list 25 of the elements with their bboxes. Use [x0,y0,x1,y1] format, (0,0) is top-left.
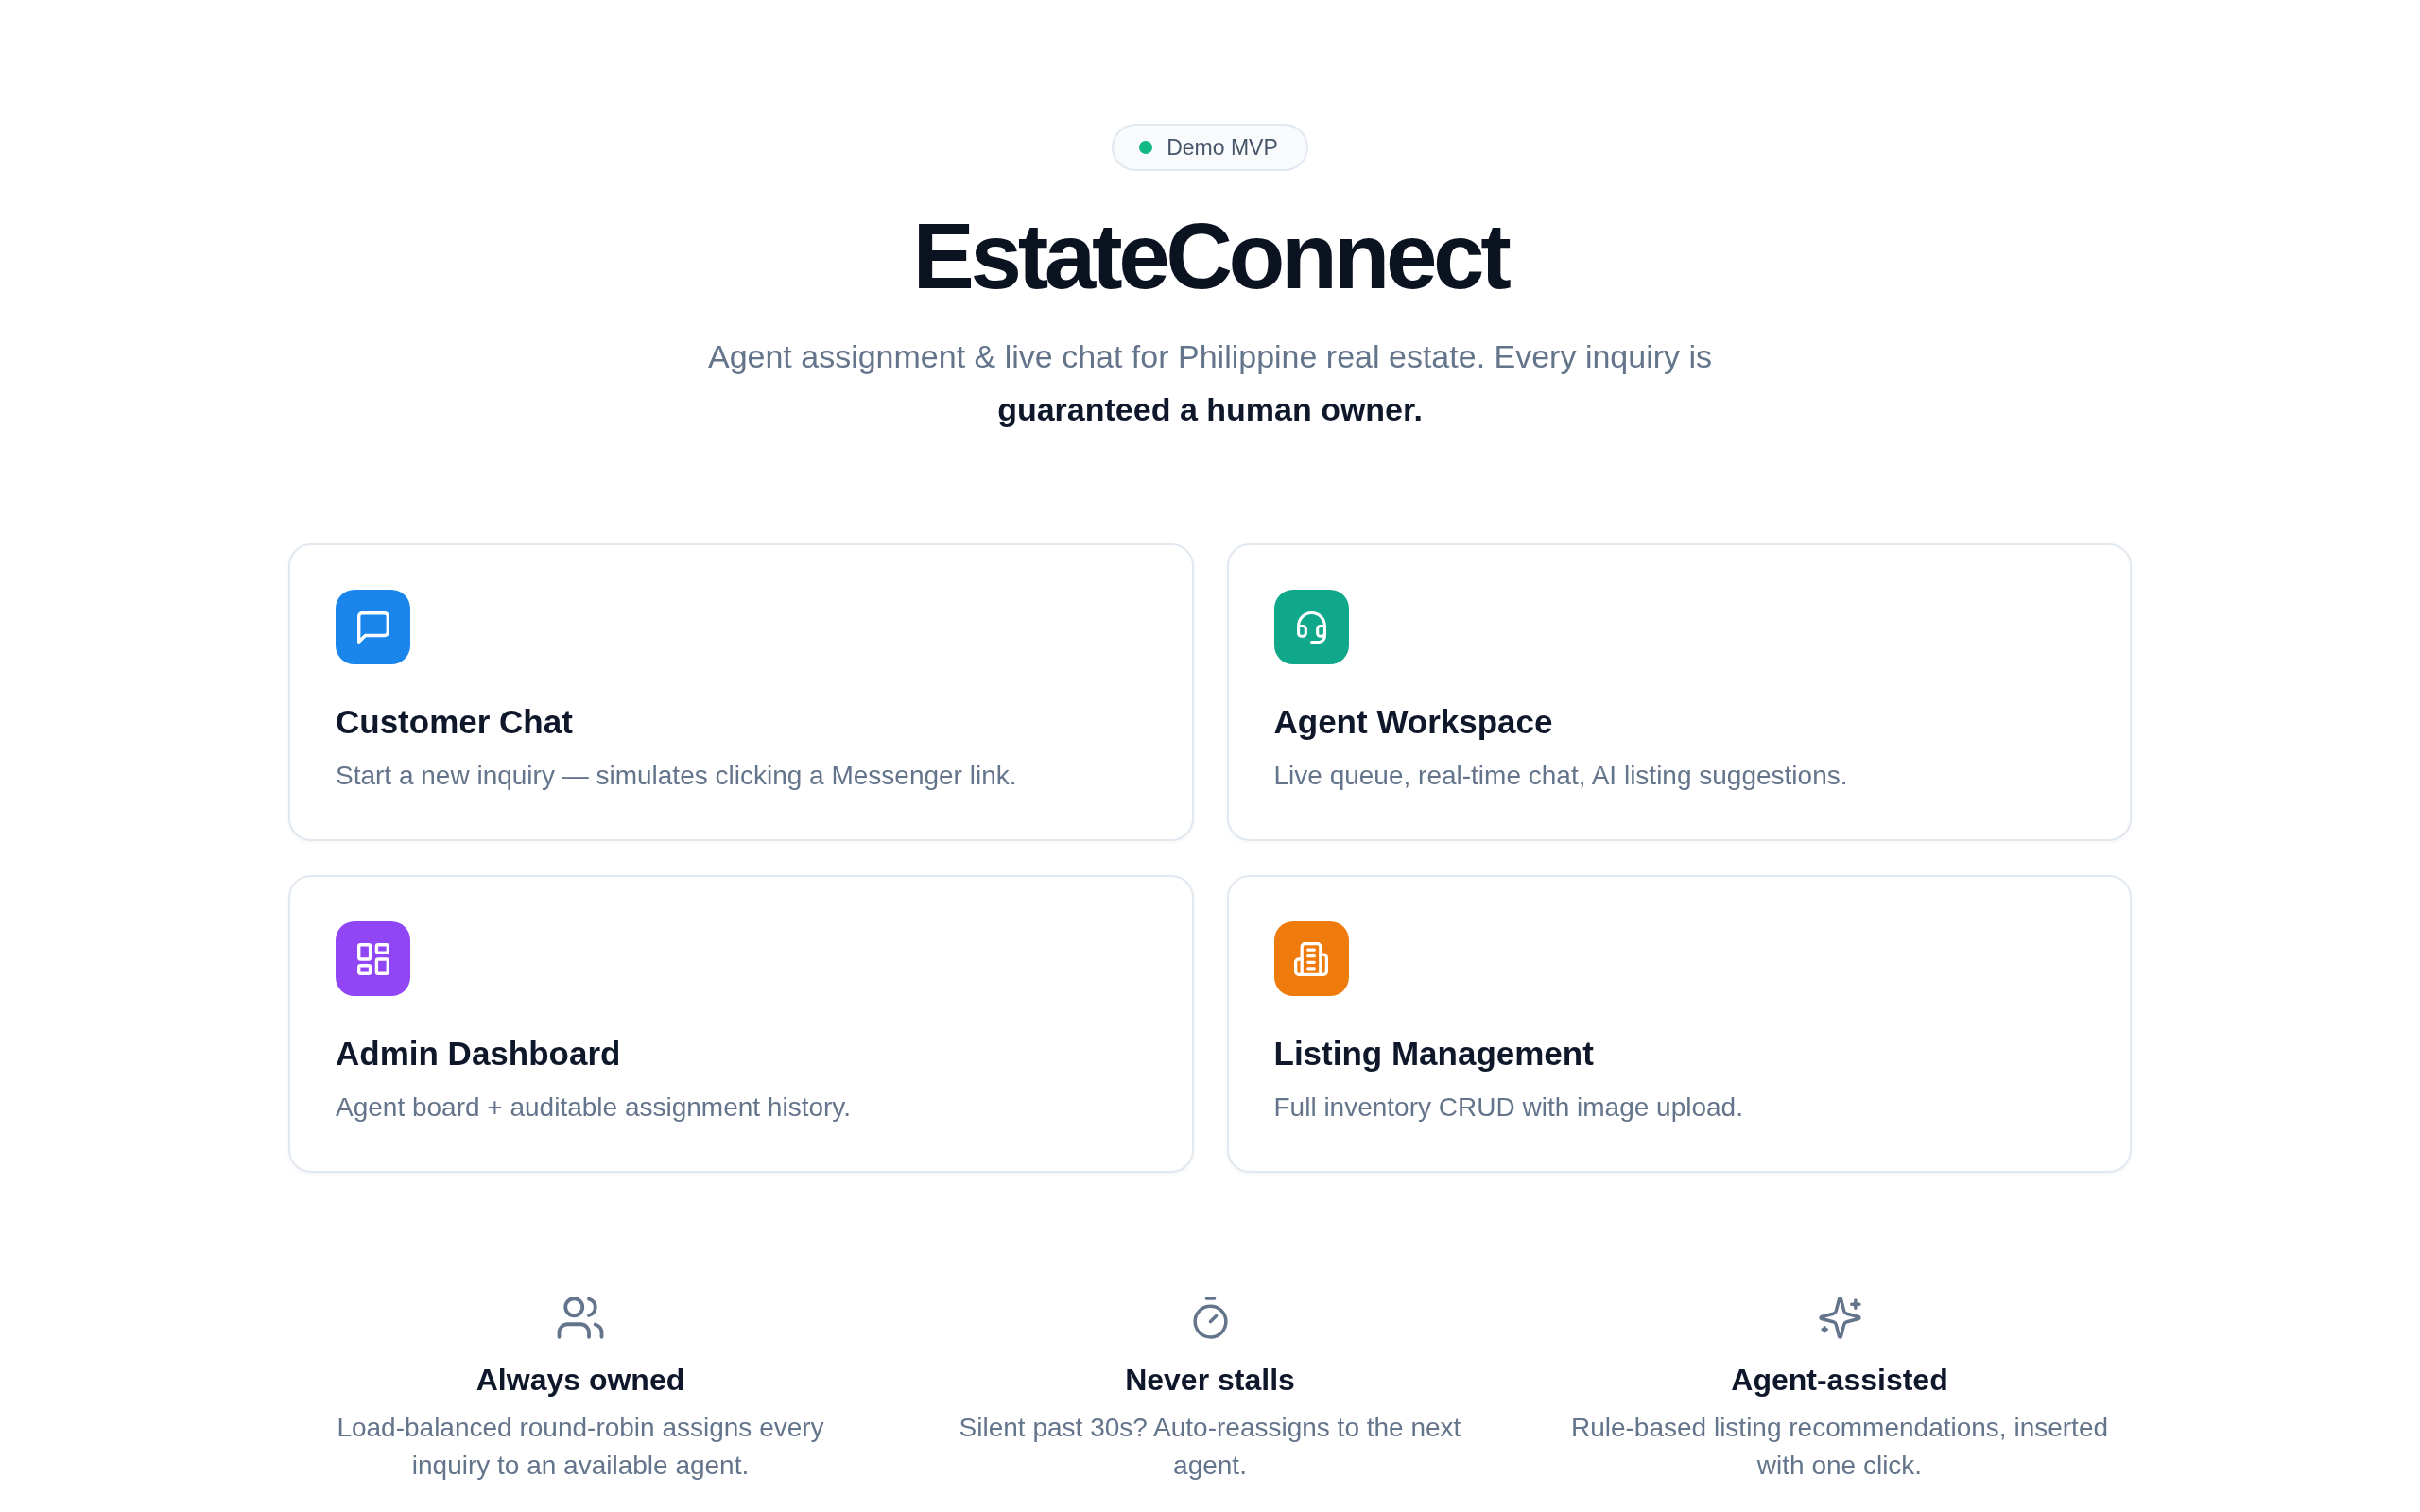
feature-description: Silent past 30s? Auto-reassigns to the next agent. [958,1412,1462,1482]
feature-card[interactable]: Admin Dashboard Agent board + auditable assignment history. [288,875,1194,1173]
feature-card[interactable]: Agent Workspace Live queue, real-time chat, AI listing suggestions. [1226,543,2132,841]
feature-description: Load-balanced round-robin assigns every inquiry to an available agent. [336,1412,825,1482]
users-icon [557,1297,604,1339]
card-title: Customer Chat [336,702,574,742]
timer-icon [1192,1297,1228,1339]
card-title: Agent Workspace [1273,702,1554,742]
feature-title: Always owned [475,1362,685,1399]
card-description: Agent board + auditable assignment history. [336,1091,853,1124]
feature-card[interactable]: Listing Management Full inventory CRUD with image upload. [1226,875,2132,1173]
card-description: Start a new inquiry — simulates clicking a Messenger link. [336,760,1018,792]
card-description: Live queue, real-time chat, AI listing suggestions. [1273,760,1849,792]
app-title: EstateConnect [912,205,1508,307]
card-title: Listing Management [1273,1034,1595,1074]
feature-title: Never stalls [1125,1362,1295,1399]
feature-card[interactable]: Customer Chat Start a new inquiry — simulates clicking a Messenger link. [288,543,1194,841]
card-title: Admin Dashboard [336,1034,622,1074]
card-description: Full inventory CRUD with image upload. [1273,1091,1744,1124]
feature-description: Rule-based listing recommendations, inserted with one click. [1569,1412,2110,1482]
tagline: Agent assignment & live chat for Philippine real estate. Every inquiry is guaranteed a human owner. [707,337,1713,429]
status-dot-icon [1139,141,1153,154]
sparkles-icon [1818,1297,1861,1339]
feature-title: Agent-assisted [1731,1362,1948,1399]
badge-label: Demo MVP [1167,134,1278,161]
